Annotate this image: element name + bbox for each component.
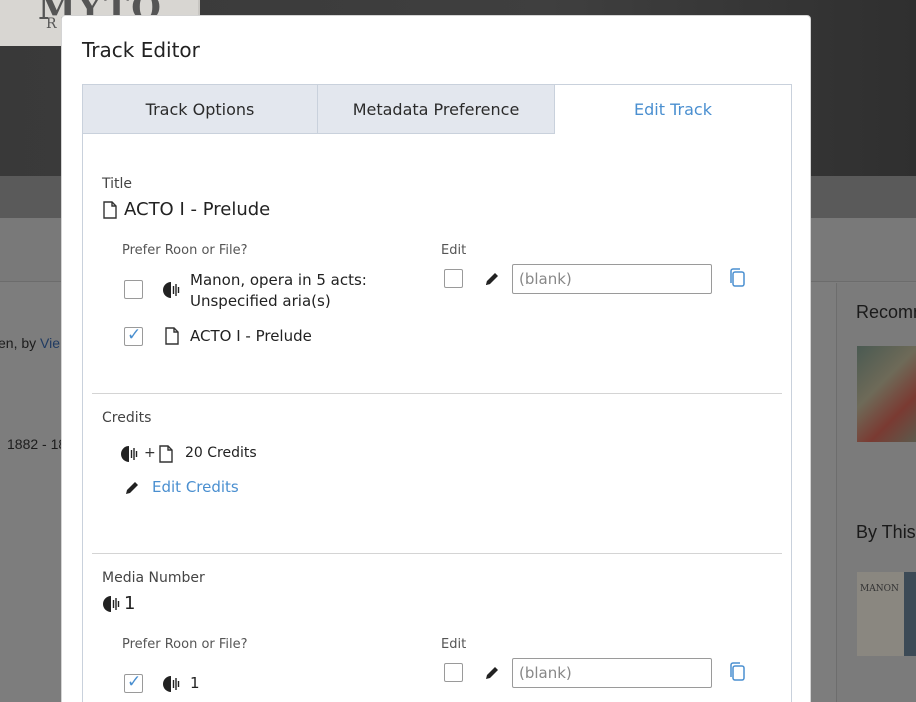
album-logo-sub: R	[46, 16, 57, 32]
prefer-roon-title-checkbox[interactable]	[124, 280, 143, 299]
pencil-icon	[126, 482, 138, 494]
check-icon: ✓	[127, 672, 142, 692]
credits-plus: +	[144, 445, 156, 461]
roon-title-option: Manon, opera in 5 acts: Unspecified aria…	[190, 271, 367, 310]
media-number-label: Media Number	[102, 570, 205, 586]
background-credit-line: en, by Vie	[0, 335, 60, 351]
edit-media-input[interactable]	[512, 658, 712, 688]
prefer-file-title-checkbox[interactable]: ✓	[124, 325, 143, 346]
background-years: 1882 - 18	[7, 436, 67, 452]
title-label: Title	[102, 176, 133, 192]
file-title-option: ACTO I - Prelude	[190, 327, 312, 345]
tab-bar: Track Options Metadata Preference Edit T…	[82, 84, 792, 134]
pencil-icon	[486, 667, 498, 679]
roon-icon	[163, 676, 180, 692]
track-editor-modal: Track Editor Track Options Metadata Pref…	[61, 15, 811, 702]
tab-metadata-preference[interactable]: Metadata Preference	[318, 85, 555, 134]
file-icon	[103, 201, 117, 219]
copy-icon[interactable]	[728, 268, 746, 288]
prefer-roon-or-file-label: Prefer Roon or File?	[122, 637, 248, 652]
by-this-album-thumb[interactable]: MANON	[857, 572, 916, 656]
by-this-heading: By This	[856, 522, 916, 542]
recommended-heading: Recomm	[856, 302, 916, 322]
roon-icon	[121, 446, 138, 462]
background-by-text: en, by	[0, 335, 37, 351]
roon-media-option: 1	[190, 674, 200, 692]
by-this-album-thumb-strip	[904, 572, 916, 656]
section-divider	[92, 553, 782, 554]
prefer-roon-media-checkbox[interactable]: ✓	[124, 672, 143, 693]
edit-credits-link[interactable]: Edit Credits	[152, 478, 239, 496]
roon-icon	[103, 596, 120, 612]
edit-track-panel: Title ACTO I - Prelude Prefer Roon or Fi…	[82, 134, 792, 702]
edit-label: Edit	[441, 243, 467, 258]
file-icon	[165, 327, 179, 345]
edit-media-checkbox[interactable]	[444, 663, 463, 682]
background-artist-link[interactable]: Vie	[40, 335, 60, 351]
tab-track-options[interactable]: Track Options	[83, 85, 318, 134]
section-divider	[92, 393, 782, 394]
recommended-album-thumb[interactable]	[857, 346, 916, 442]
edit-title-checkbox[interactable]	[444, 269, 463, 288]
roon-icon	[163, 282, 180, 298]
by-this-album-thumb-text: MANON	[860, 584, 899, 594]
file-icon	[159, 445, 173, 463]
credits-count: 20 Credits	[185, 445, 257, 461]
media-number-current-value: 1	[124, 593, 136, 614]
edit-title-input[interactable]	[512, 264, 712, 294]
title-current-value: ACTO I - Prelude	[124, 199, 271, 220]
copy-icon[interactable]	[728, 662, 746, 682]
check-icon: ✓	[127, 325, 142, 345]
edit-label: Edit	[441, 637, 467, 652]
credits-label: Credits	[102, 410, 152, 426]
tab-edit-track[interactable]: Edit Track	[555, 85, 791, 134]
pencil-icon	[486, 273, 498, 285]
prefer-roon-or-file-label: Prefer Roon or File?	[122, 243, 248, 258]
modal-title: Track Editor	[82, 38, 200, 62]
